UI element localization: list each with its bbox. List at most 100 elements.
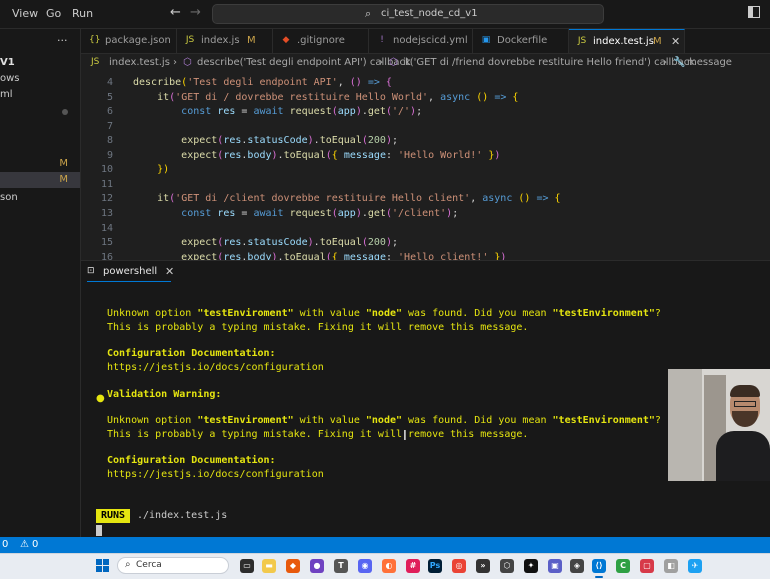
explorer-item-label: V1 xyxy=(0,57,15,68)
line-number: 16 xyxy=(100,252,113,260)
firefox-icon[interactable]: ◐ xyxy=(382,559,396,573)
explorer-item-label: son xyxy=(0,192,18,203)
menu-run[interactable]: Run xyxy=(72,7,93,20)
taskbar-search[interactable]: ⌕ Cerca xyxy=(117,557,229,574)
windows-taskbar: ⌕ Cerca ▭ ▬ ◆ ● T ◉ ◐ # Ps ◎ » ⬡ ✦ ▣ ◈ ⟨… xyxy=(0,553,770,579)
terminal-link[interactable]: https://jestjs.io/docs/configuration xyxy=(107,469,324,480)
line-number: 11 xyxy=(100,179,113,190)
text-cursor-icon: I xyxy=(403,429,407,444)
task-view-icon[interactable]: ▭ xyxy=(240,559,254,573)
close-icon[interactable]: ✕ xyxy=(671,35,680,48)
json-icon: {} xyxy=(89,35,101,45)
tab-label: package.json xyxy=(105,35,171,46)
app-icon[interactable]: ✈ xyxy=(688,559,702,573)
tab-label: Dockerfile xyxy=(497,35,548,46)
warning-icon: ⚠ xyxy=(20,539,29,550)
code-line: const res = await request(app).get('/cli… xyxy=(181,208,459,219)
line-number: 12 xyxy=(100,193,113,204)
search-label: ci_test_node_cd_v1 xyxy=(381,8,478,19)
app-icon[interactable]: ◧ xyxy=(664,559,678,573)
runs-badge: RUNS xyxy=(96,509,130,523)
search-icon: ⌕ xyxy=(125,559,131,570)
line-number: 4 xyxy=(106,77,113,88)
explorer-item[interactable]: V1 xyxy=(0,55,80,71)
terminal-cursor xyxy=(96,525,102,536)
more-actions-icon[interactable]: ··· xyxy=(57,34,68,47)
app-icon[interactable]: ▢ xyxy=(640,559,654,573)
menu-view[interactable]: View xyxy=(12,7,38,20)
menu-go[interactable]: Go xyxy=(46,7,61,20)
error-count[interactable]: 0 xyxy=(2,539,8,550)
tab-label: index.test.js xyxy=(593,36,654,47)
windows-start-icon[interactable] xyxy=(96,559,110,573)
arrow-right-icon[interactable]: → xyxy=(190,5,201,20)
terminal-line: This is probably a typing mistake. Fixin… xyxy=(107,429,529,440)
tab-dockerfile[interactable]: ▣ Dockerfile xyxy=(473,29,569,53)
line-number: 7 xyxy=(106,121,113,132)
code-line: expect(res.statusCode).toEqual(200); xyxy=(181,237,399,248)
person-beard xyxy=(732,411,758,427)
taskbar-search-label: Cerca xyxy=(136,560,162,570)
code-editor[interactable]: 4 5 6 7 8 9 10 11 12 13 14 15 16 describe('Test degl… xyxy=(81,72,770,260)
app-icon[interactable]: ◈ xyxy=(570,559,584,573)
terminal-icon: ⊡ xyxy=(87,266,95,276)
tab-gitignore[interactable]: ◆ .gitignore xyxy=(273,29,369,53)
code-line: expect(res.body).toEqual({ message: 'Hel… xyxy=(181,150,501,161)
tab-index-test-js[interactable]: JS index.test.js M ✕ xyxy=(569,29,685,53)
tab-index-js[interactable]: JS index.js M xyxy=(177,29,273,53)
chevron-right-icon: › xyxy=(379,57,383,68)
chevron-right-icon: › xyxy=(173,57,177,68)
app-icon[interactable]: ▣ xyxy=(548,559,562,573)
explorer-item-label: ows xyxy=(0,73,20,84)
arrow-left-icon[interactable]: ← xyxy=(170,5,181,20)
webcam-overlay xyxy=(668,369,770,481)
explorer-item[interactable]: ml xyxy=(0,87,80,103)
wrench-icon: 🔧 xyxy=(673,57,686,68)
terminal-panel[interactable]: ⊡ powershell ✕ Unknown option "testEnvir… xyxy=(81,260,770,538)
terminal-line: Unknown option "testEnviroment" with val… xyxy=(107,308,661,319)
line-number: 14 xyxy=(100,223,113,234)
slack-icon[interactable]: # xyxy=(406,559,420,573)
command-center-search[interactable]: ⌕ ci_test_node_cd_v1 xyxy=(212,4,604,24)
breadcrumb-message[interactable]: message xyxy=(687,57,732,68)
app-icon[interactable]: ✦ xyxy=(524,559,538,573)
breadcrumb-file[interactable]: index.test.js xyxy=(109,57,170,68)
app-icon[interactable]: ◆ xyxy=(286,559,300,573)
app-icon[interactable]: » xyxy=(476,559,490,573)
chrome-icon[interactable]: ◎ xyxy=(452,559,466,573)
app-icon[interactable]: T xyxy=(334,559,348,573)
explorer-item[interactable]: ows xyxy=(0,71,80,87)
explorer-item[interactable]: son xyxy=(0,190,80,206)
warning-count[interactable]: 0 xyxy=(32,539,38,550)
status-bar: 0 ⚠ 0 xyxy=(0,537,770,553)
modified-badge: M xyxy=(247,35,256,46)
title-bar: View Go Run ← → ⌕ ci_test_node_cd_v1 xyxy=(0,0,770,29)
file-explorer-icon[interactable]: ▬ xyxy=(262,559,276,573)
search-icon: ⌕ xyxy=(365,7,372,20)
terminal-link[interactable]: https://jestjs.io/docs/configuration xyxy=(107,362,324,373)
vscode-icon[interactable]: ⟨⟩ xyxy=(592,559,606,573)
active-tab-indicator xyxy=(87,281,171,282)
app-icon[interactable]: ◉ xyxy=(358,559,372,573)
explorer-item-selected[interactable]: M xyxy=(0,172,80,188)
app-icon[interactable]: ● xyxy=(310,559,324,573)
app-icon[interactable]: C xyxy=(616,559,630,573)
symbol-method-icon: ⬡ xyxy=(389,57,398,68)
code-line: }) xyxy=(157,164,170,175)
editor-tab-bar: {} package.json JS index.js M ◆ .gitigno… xyxy=(81,29,770,54)
js-icon: JS xyxy=(185,35,195,45)
close-icon[interactable]: ✕ xyxy=(165,265,174,278)
app-icon[interactable]: ⬡ xyxy=(500,559,514,573)
code-line: it('GET di / dovrebbe restituire Hello W… xyxy=(157,92,519,103)
tab-nodejscicd-yml[interactable]: ! nodejscicd.yml xyxy=(369,29,473,53)
tab-label: index.js xyxy=(201,35,240,46)
toggle-sidebar-icon[interactable] xyxy=(748,6,760,18)
background-shade xyxy=(668,369,702,481)
breadcrumb-it[interactable]: it('GET di /friend dovrebbe restituire H… xyxy=(403,57,695,68)
explorer-item[interactable]: M xyxy=(0,156,80,172)
runs-file: ./index.test.js xyxy=(137,510,228,521)
tab-package-json[interactable]: {} package.json xyxy=(81,29,177,53)
git-icon: ◆ xyxy=(282,35,290,45)
person-shirt xyxy=(716,431,770,481)
photoshop-icon[interactable]: Ps xyxy=(428,559,442,573)
